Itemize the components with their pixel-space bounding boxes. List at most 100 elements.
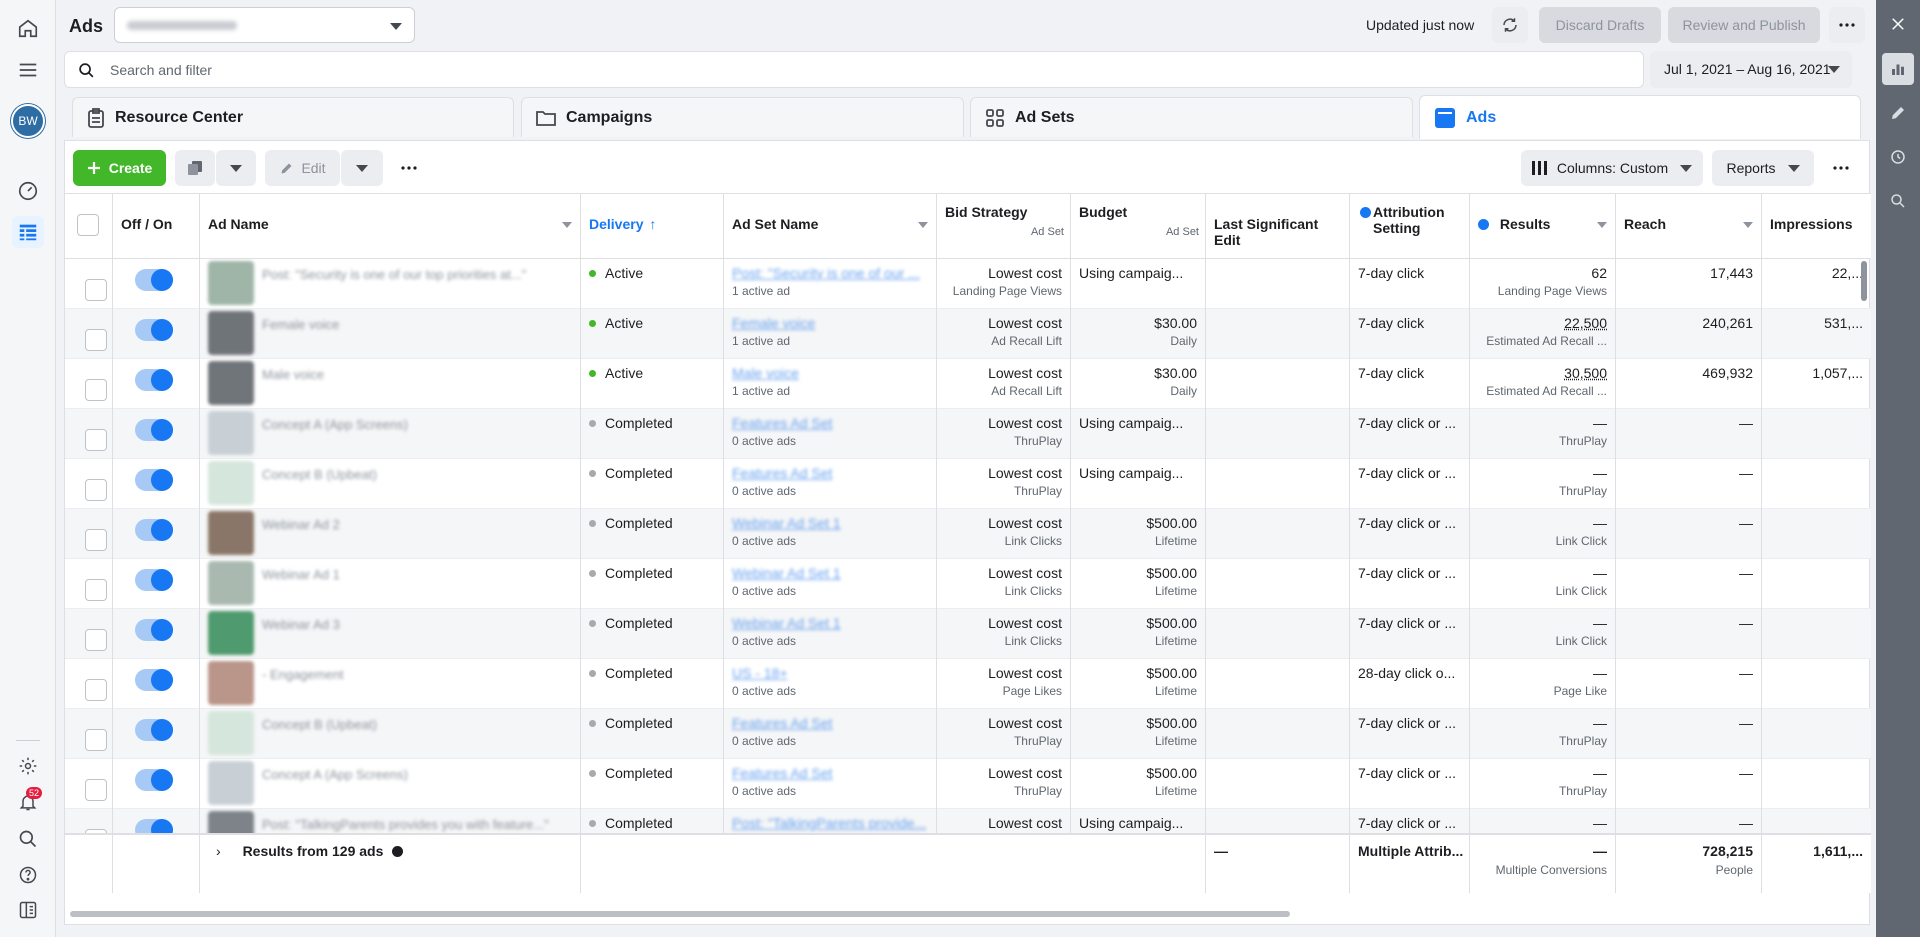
ad-set-link[interactable]: Features Ad Set [732, 465, 928, 481]
tab-ad-sets[interactable]: Ad Sets [970, 97, 1413, 137]
header-ad-name[interactable]: Ad Name [200, 194, 581, 258]
duplicate-dropdown-button[interactable] [216, 150, 256, 186]
panel-toggle-icon[interactable] [12, 894, 44, 926]
header-results[interactable]: Results [1470, 194, 1616, 258]
ad-set-cell[interactable]: Post: "Security is one of our ... 1 activ… [724, 259, 937, 309]
ad-name[interactable]: Concept A (App Screens) [262, 767, 408, 782]
ad-set-cell[interactable]: Features Ad Set 0 active ads [724, 459, 937, 509]
ad-name[interactable]: - Engagement [262, 667, 344, 682]
ad-name[interactable]: Concept B (Upbeat) [262, 717, 377, 732]
row-checkbox[interactable] [85, 279, 107, 301]
ad-account-selector[interactable] [114, 7, 415, 43]
reports-button[interactable]: Reports [1712, 150, 1814, 186]
sort-chevron-icon[interactable] [918, 222, 928, 228]
ads-manager-table-icon[interactable] [12, 216, 44, 248]
header-impressions[interactable]: Impressions [1762, 194, 1871, 258]
ad-set-cell[interactable]: Features Ad Set 0 active ads [724, 759, 937, 809]
ad-name-cell[interactable]: Webinar Ad 2 [200, 509, 581, 559]
ad-set-cell[interactable]: Male voice 1 active ad [724, 359, 937, 409]
home-icon[interactable] [12, 12, 44, 44]
ad-set-cell[interactable]: US - 18+ 0 active ads [724, 659, 937, 709]
charts-icon[interactable] [1882, 53, 1914, 85]
row-checkbox[interactable] [85, 779, 107, 801]
tab-ads[interactable]: Ads [1419, 95, 1861, 139]
ad-set-link[interactable]: Webinar Ad Set 1 [732, 565, 928, 581]
header-reach[interactable]: Reach [1616, 194, 1762, 258]
ad-set-cell[interactable]: Features Ad Set 0 active ads [724, 709, 937, 759]
table-row[interactable]: Webinar Ad 3 Completed Webinar Ad Set 1 0 a… [65, 609, 1871, 659]
ad-name-cell[interactable]: Webinar Ad 3 [200, 609, 581, 659]
header-bid-strategy[interactable]: Bid Strategy Ad Set [937, 194, 1071, 258]
header-attribution-setting[interactable]: Attribution Setting [1350, 194, 1470, 258]
header-budget[interactable]: Budget Ad Set [1071, 194, 1206, 258]
ad-set-link[interactable]: Post: "Security is one of our ... [732, 265, 928, 281]
summary-label-cell[interactable]: › Results from 129 ads [200, 835, 581, 893]
sort-chevron-icon[interactable] [1743, 222, 1753, 228]
on-off-toggle[interactable] [135, 269, 173, 291]
on-off-toggle[interactable] [135, 719, 173, 741]
row-checkbox[interactable] [85, 429, 107, 451]
table-row[interactable]: Female voice Active Female voice 1 active a… [65, 309, 1871, 359]
tab-campaigns[interactable]: Campaigns [521, 97, 964, 137]
on-off-toggle[interactable] [135, 319, 173, 341]
on-off-toggle[interactable] [135, 569, 173, 591]
search-and-filter[interactable]: Search and filter [64, 51, 1644, 88]
table-row[interactable]: Concept A (App Screens) Completed Features… [65, 759, 1871, 809]
ad-name[interactable]: Male voice [262, 367, 324, 382]
close-icon[interactable] [1882, 8, 1914, 40]
row-checkbox[interactable] [85, 679, 107, 701]
row-checkbox[interactable] [85, 479, 107, 501]
ad-name[interactable]: Concept B (Upbeat) [262, 467, 377, 482]
row-checkbox[interactable] [85, 379, 107, 401]
inspect-search-icon[interactable] [1882, 185, 1914, 217]
on-off-toggle[interactable] [135, 519, 173, 541]
ad-set-cell[interactable]: Webinar Ad Set 1 0 active ads [724, 509, 937, 559]
on-off-toggle[interactable] [135, 669, 173, 691]
gauge-icon[interactable] [12, 175, 44, 207]
row-checkbox[interactable] [85, 579, 107, 601]
row-checkbox[interactable] [85, 329, 107, 351]
menu-icon[interactable] [12, 54, 44, 86]
vertical-scrollbar[interactable] [1861, 261, 1867, 301]
row-checkbox[interactable] [85, 629, 107, 651]
table-row[interactable]: Webinar Ad 1 Completed Webinar Ad Set 1 0 a… [65, 559, 1871, 609]
ad-set-cell[interactable]: Webinar Ad Set 1 0 active ads [724, 609, 937, 659]
ad-name-cell[interactable]: Male voice [200, 359, 581, 409]
row-checkbox[interactable] [85, 529, 107, 551]
ad-set-link[interactable]: Features Ad Set [732, 715, 928, 731]
history-clock-icon[interactable] [1882, 141, 1914, 173]
header-last-significant-edit[interactable]: Last Significant Edit [1206, 194, 1350, 258]
create-button[interactable]: Create [73, 150, 166, 186]
ad-name[interactable]: Post: "Security is one of our top priori… [262, 267, 526, 282]
header-delivery[interactable]: Delivery ↑ [581, 194, 724, 258]
edit-dropdown-button[interactable] [341, 150, 383, 186]
avatar[interactable]: BW [11, 104, 45, 138]
ad-set-link[interactable]: Webinar Ad Set 1 [732, 615, 928, 631]
discard-drafts-button[interactable]: Discard Drafts [1539, 7, 1661, 43]
review-publish-button[interactable]: Review and Publish [1668, 7, 1820, 43]
ad-set-link[interactable]: Female voice [732, 315, 928, 331]
table-row[interactable]: Post: "Security is one of our top priori… [65, 259, 1871, 309]
toolbar-more-button[interactable] [391, 150, 427, 186]
ad-set-link[interactable]: Male voice [732, 365, 928, 381]
tab-resource-center[interactable]: Resource Center [72, 97, 514, 137]
help-icon[interactable] [12, 859, 44, 891]
row-checkbox[interactable] [85, 729, 107, 751]
ad-set-cell[interactable]: Webinar Ad Set 1 0 active ads [724, 559, 937, 609]
refresh-button[interactable] [1492, 7, 1528, 43]
sort-chevron-icon[interactable] [562, 222, 572, 228]
edit-button[interactable]: Edit [265, 150, 340, 186]
ad-name[interactable]: Webinar Ad 1 [262, 567, 340, 582]
ad-set-cell[interactable]: Features Ad Set 0 active ads [724, 409, 937, 459]
duplicate-button[interactable] [175, 150, 215, 186]
table-row[interactable]: Webinar Ad 2 Completed Webinar Ad Set 1 0 a… [65, 509, 1871, 559]
ad-name-cell[interactable]: - Engagement [200, 659, 581, 709]
table-more-button[interactable] [1823, 150, 1859, 186]
ad-set-link[interactable]: Features Ad Set [732, 415, 928, 431]
ad-set-link[interactable]: US - 18+ [732, 665, 928, 681]
table-row[interactable]: Male voice Active Male voice 1 active ad Low… [65, 359, 1871, 409]
more-options-button[interactable] [1829, 7, 1865, 43]
ad-name-cell[interactable]: Webinar Ad 1 [200, 559, 581, 609]
ad-name-cell[interactable]: Post: "Security is one of our top priori… [200, 259, 581, 309]
expand-chevron-icon[interactable]: › [216, 843, 221, 859]
